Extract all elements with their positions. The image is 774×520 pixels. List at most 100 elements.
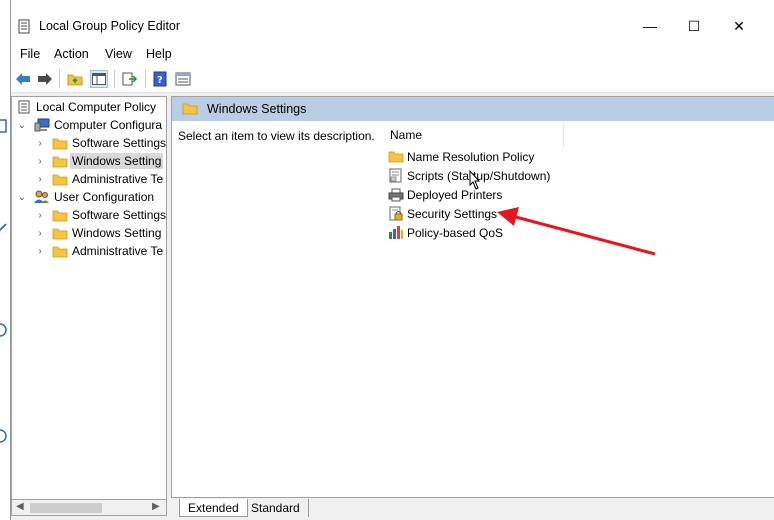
list-item-label: Policy-based QoS (407, 225, 504, 240)
chevron-down-icon[interactable]: ⌄ (16, 119, 28, 131)
list-item-name-resolution-policy[interactable]: Name Resolution Policy (388, 147, 534, 166)
security-lock-icon (388, 206, 404, 221)
tab-standard[interactable]: Standard (243, 499, 309, 517)
menu-help[interactable]: Help (146, 47, 172, 61)
chevron-right-icon[interactable]: › (34, 173, 46, 185)
column-header-label: Name (390, 128, 423, 142)
properties-icon (175, 72, 191, 86)
list-item-deployed-printers[interactable]: Deployed Printers (388, 185, 502, 204)
folder-icon (388, 149, 404, 164)
folder-icon (52, 154, 68, 168)
view-tabs: Extended Standard (171, 498, 774, 520)
folder-icon (52, 172, 68, 186)
tree-item-label: Computer Configura (54, 118, 163, 132)
details-header-title: Windows Settings (207, 102, 307, 116)
details-header: Windows Settings (172, 97, 774, 121)
menu-file[interactable]: File (20, 47, 40, 61)
maximize-button[interactable]: ☐ (671, 12, 717, 40)
scroll-right-arrow-icon[interactable]: ▶ (152, 501, 160, 512)
partial-edit-icon (0, 223, 7, 232)
partial-clock-icon (0, 429, 7, 443)
tree-item-label: Administrative Te (72, 244, 164, 258)
folder-icon (52, 136, 68, 150)
list-item-label: Name Resolution Policy (407, 149, 535, 164)
title-bar[interactable]: Local Group Policy Editor — ☐ ✕ (11, 0, 774, 40)
tree-item-label: Software Settings (72, 136, 167, 150)
tab-extended[interactable]: Extended (179, 499, 248, 517)
up-folder-icon (67, 74, 83, 86)
tree-item-label: Windows Setting (70, 153, 164, 169)
export-list-button[interactable] (121, 70, 139, 88)
toolbar: ? (11, 65, 774, 93)
help-icon: ? (153, 71, 167, 87)
up-one-level-button[interactable] (66, 70, 84, 88)
tree-item-label: Windows Setting (72, 226, 162, 240)
tree-horizontal-scrollbar[interactable]: ◀ ▶ (11, 500, 167, 516)
partial-icon (0, 119, 7, 133)
close-button[interactable]: ✕ (716, 12, 762, 40)
tree-item-label: Local Computer Policy (36, 100, 157, 114)
folder-icon (52, 226, 68, 240)
details-pane: Windows Settings Select an item to view … (171, 96, 774, 498)
computer-icon (34, 118, 50, 132)
tree-item-label: Software Settings (72, 208, 167, 222)
back-button[interactable] (14, 70, 32, 88)
tree-item-computer-configuration[interactable]: ⌄ Computer Configura (16, 116, 162, 134)
folder-icon (52, 208, 68, 222)
tree-item-user-administrative-templates[interactable]: › Administrative Te (34, 242, 163, 260)
console-tree[interactable]: Local Computer Policy ⌄ Computer Configu… (11, 96, 167, 500)
toolbar-separator (59, 70, 60, 88)
policy-editor-app-icon (18, 19, 30, 34)
tree-item-label: Administrative Te (72, 172, 164, 186)
gpedit-window: Local Group Policy Editor — ☐ ✕ File Act… (10, 0, 774, 520)
tree-item-computer-windows-settings[interactable]: › Windows Setting (34, 152, 164, 170)
background-left-edge (0, 0, 10, 520)
help-button[interactable]: ? (151, 70, 169, 88)
policy-document-icon (16, 100, 32, 114)
tree-item-label: User Configuration (54, 190, 155, 204)
mouse-cursor-icon (469, 170, 481, 190)
toolbar-separator (145, 70, 146, 88)
tree-item-computer-administrative-templates[interactable]: › Administrative Te (34, 170, 163, 188)
chevron-right-icon[interactable]: › (34, 227, 46, 239)
menu-bar: File Action View Help (11, 40, 774, 65)
tree-item-local-computer-policy[interactable]: Local Computer Policy (16, 98, 156, 116)
window-title: Local Group Policy Editor (39, 19, 181, 33)
tree-item-computer-software-settings[interactable]: › Software Settings (34, 134, 166, 152)
show-hide-tree-icon (92, 73, 106, 85)
chevron-right-icon[interactable]: › (34, 245, 46, 257)
back-icon (16, 73, 30, 85)
export-list-icon (122, 72, 138, 86)
printer-icon (388, 187, 404, 202)
folder-icon (52, 244, 68, 258)
list-item-security-settings[interactable]: Security Settings (388, 204, 497, 223)
chevron-right-icon[interactable]: › (34, 155, 46, 167)
folder-icon (182, 102, 198, 116)
bar-chart-icon (388, 225, 404, 240)
item-description: Select an item to view its description. (178, 129, 375, 143)
column-header-name[interactable]: Name (382, 123, 564, 147)
forward-icon (38, 73, 52, 85)
list-item-label: Security Settings (407, 206, 498, 221)
chevron-right-icon[interactable]: › (34, 209, 46, 221)
menu-view[interactable]: View (105, 47, 132, 61)
scrollbar-thumb[interactable] (30, 503, 102, 513)
tree-item-user-software-settings[interactable]: › Software Settings (34, 206, 166, 224)
scroll-left-arrow-icon[interactable]: ◀ (16, 501, 24, 512)
properties-button[interactable] (174, 70, 192, 88)
list-item-label: Deployed Printers (407, 187, 503, 202)
menu-action[interactable]: Action (54, 47, 89, 61)
toolbar-separator (114, 70, 115, 88)
show-hide-console-tree-button[interactable] (90, 70, 108, 88)
forward-button[interactable] (36, 70, 54, 88)
tree-item-user-windows-settings[interactable]: › Windows Setting (34, 224, 161, 242)
minimize-button[interactable]: — (627, 12, 673, 40)
chevron-down-icon[interactable]: ⌄ (16, 191, 28, 203)
chevron-right-icon[interactable]: › (34, 137, 46, 149)
partial-circle-icon (0, 323, 7, 337)
users-icon (34, 190, 50, 204)
svg-text:?: ? (157, 75, 163, 86)
script-document-icon (388, 168, 404, 183)
list-item-policy-based-qos[interactable]: Policy-based QoS (388, 223, 503, 242)
tree-item-user-configuration[interactable]: ⌄ User Configuration (16, 188, 154, 206)
